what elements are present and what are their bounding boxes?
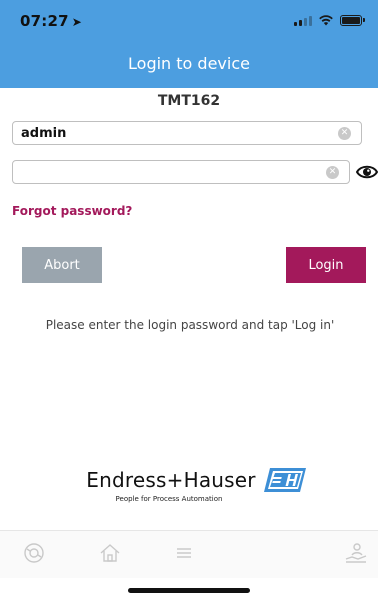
username-input[interactable]	[13, 122, 323, 145]
status-time-text: 07:27	[20, 12, 69, 30]
brand-block: Endress+Hauser People for Process Automa…	[0, 468, 378, 503]
password-input[interactable]	[13, 161, 323, 184]
home-icon[interactable]	[98, 541, 122, 565]
forgot-password-link[interactable]: Forgot password?	[12, 204, 132, 218]
signal-icon	[294, 15, 312, 26]
brand-name: Endress+Hauser	[86, 468, 256, 492]
home-indicator[interactable]	[128, 588, 250, 593]
user-hand-icon[interactable]	[344, 541, 368, 565]
nav-bar: Login to device	[0, 44, 378, 88]
password-field[interactable]: ✕	[12, 160, 350, 184]
status-time: 07:27 ➤	[20, 12, 82, 30]
brand-tagline: People for Process Automation	[115, 495, 223, 503]
clear-username-icon[interactable]: ✕	[338, 127, 351, 140]
login-hint-text: Please enter the login password and tap …	[45, 318, 335, 332]
status-icons	[294, 14, 365, 26]
status-bar: 07:27 ➤	[0, 0, 378, 44]
login-button[interactable]: Login	[286, 247, 366, 283]
wifi-icon	[319, 15, 333, 26]
username-field[interactable]: ✕	[12, 121, 362, 145]
abort-button[interactable]: Abort	[22, 247, 102, 283]
page-title: Login to device	[128, 54, 250, 73]
location-icon: ➤	[71, 15, 83, 29]
device-name: TMT162	[157, 93, 221, 109]
menu-icon[interactable]	[172, 541, 196, 565]
show-password-eye-icon[interactable]	[356, 162, 378, 182]
settings-circle-icon[interactable]	[22, 541, 46, 565]
battery-icon	[340, 14, 365, 26]
endress-hauser-logo-icon	[263, 468, 306, 492]
tab-bar	[0, 530, 378, 578]
clear-password-icon[interactable]: ✕	[326, 166, 339, 179]
